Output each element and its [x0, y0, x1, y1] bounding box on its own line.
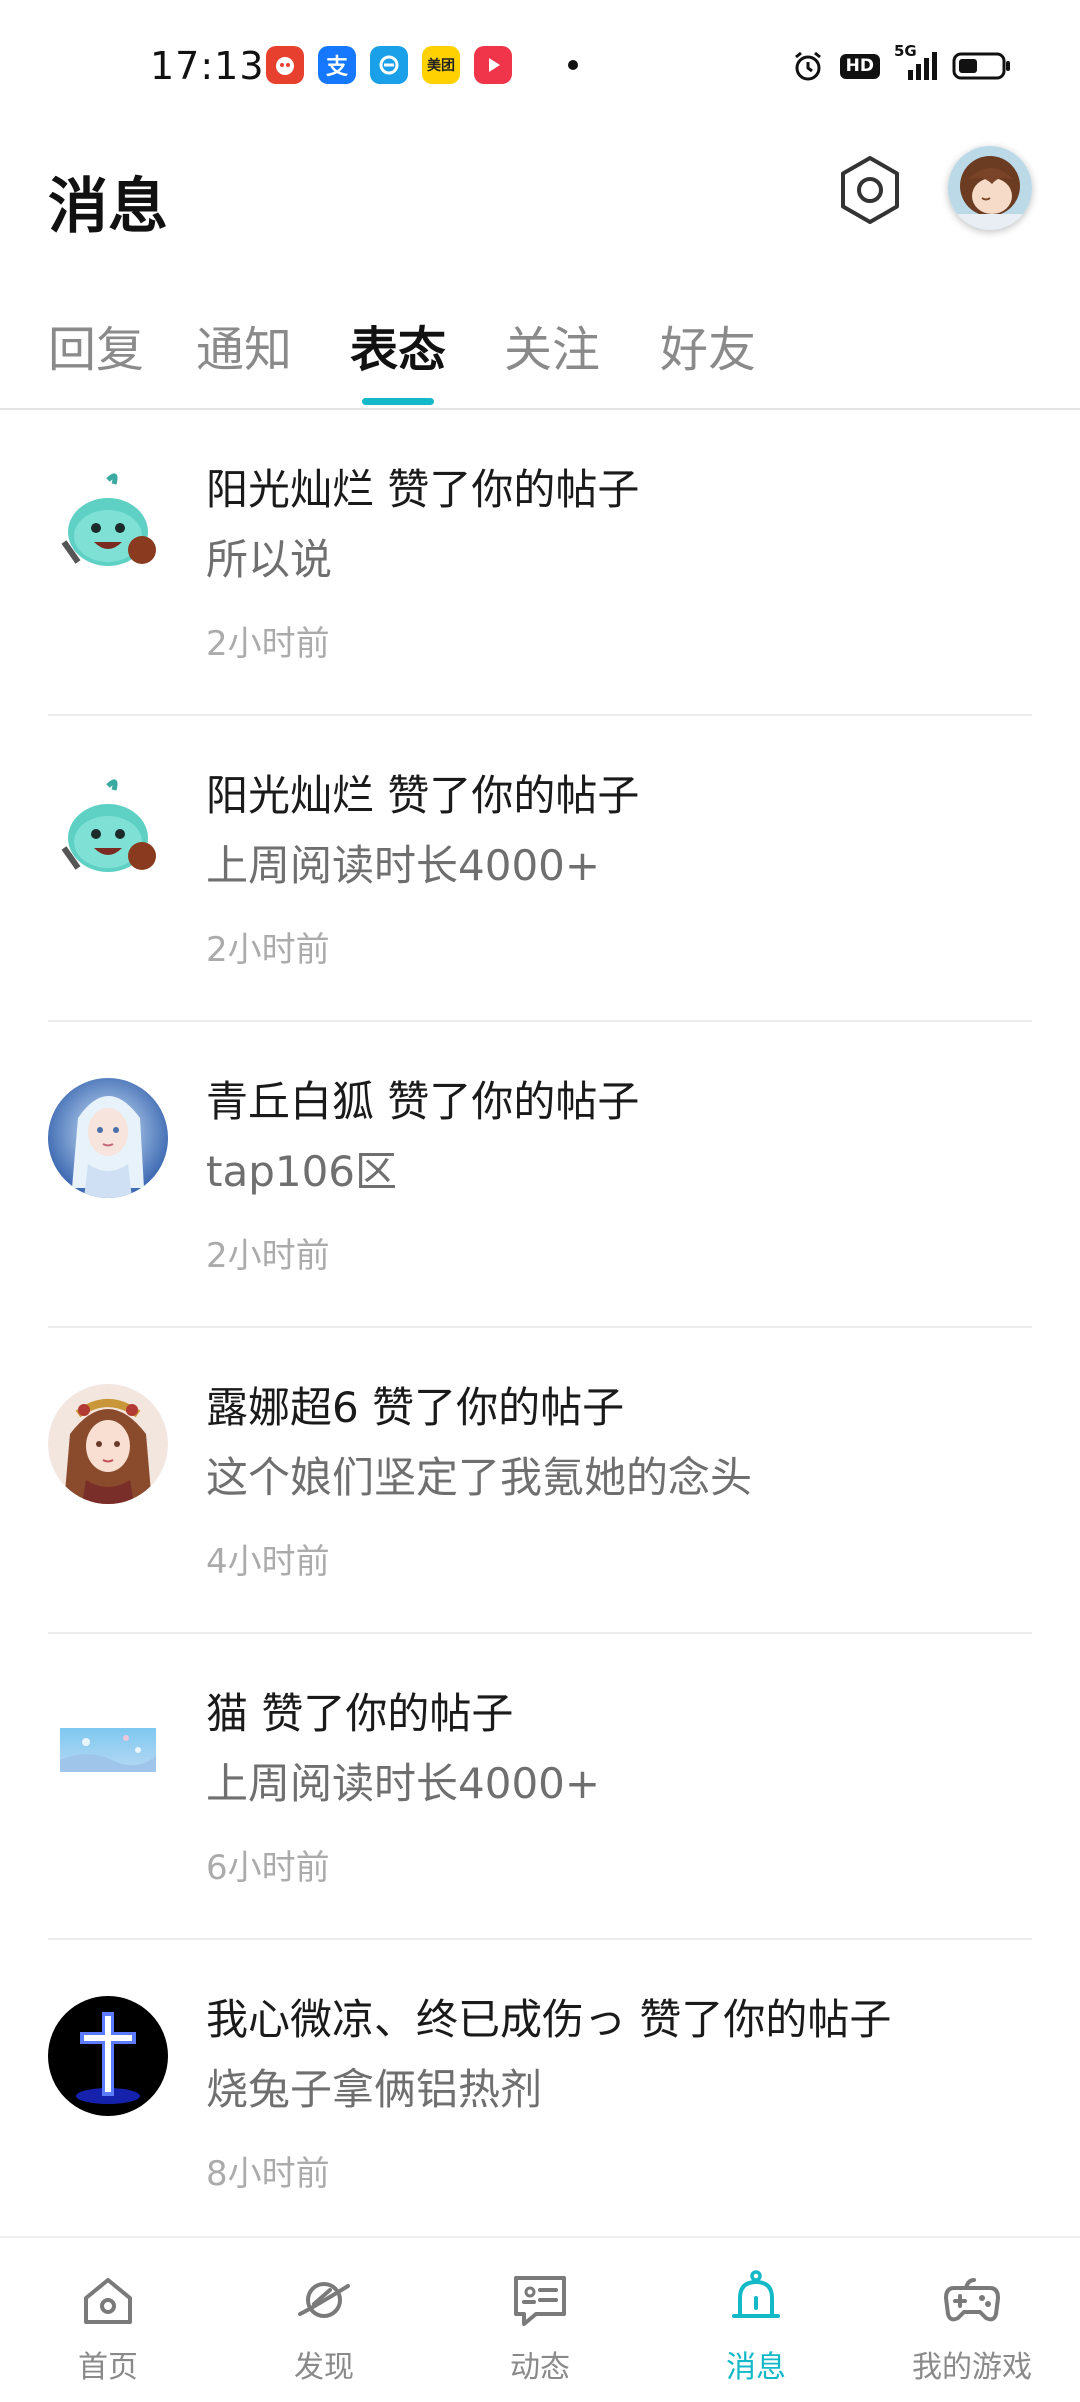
- item-title: 猫 赞了你的帖子: [206, 1689, 514, 1738]
- gear-icon: [841, 156, 899, 224]
- signal-icon: 5G: [894, 42, 938, 84]
- slime-avatar[interactable]: [48, 466, 168, 586]
- item-time: 8小时前: [206, 2154, 330, 2194]
- landscape-avatar[interactable]: [48, 1690, 168, 1810]
- slime-avatar[interactable]: [48, 772, 168, 892]
- princess-avatar[interactable]: [48, 1384, 168, 1504]
- app-icon-red: [266, 46, 304, 84]
- page-title: 消息: [48, 172, 168, 242]
- notification-icons: 支 美团: [266, 46, 578, 84]
- more-notifications-dot: [568, 60, 578, 70]
- item-content: 上周阅读时长4000+: [206, 1759, 601, 1808]
- nav-my-games[interactable]: 我的游戏: [864, 2238, 1080, 2402]
- tab-reactions[interactable]: 表态: [350, 310, 446, 380]
- nav-label: 我的游戏: [912, 2350, 1032, 2385]
- item-time: 6小时前: [206, 1848, 330, 1888]
- item-title: 露娜超6 赞了你的帖子: [206, 1383, 625, 1432]
- settings-button[interactable]: [830, 150, 910, 230]
- item-time: 2小时前: [206, 930, 330, 970]
- status-bar: 17:13 支 美团 HD 5G: [0, 0, 1080, 136]
- item-title: 我心微凉、终已成伤っ 赞了你的帖子: [206, 1995, 892, 2044]
- item-title: 青丘白狐 赞了你的帖子: [206, 1077, 640, 1126]
- status-time: 17:13: [150, 44, 265, 88]
- fairy-avatar[interactable]: [48, 1078, 168, 1198]
- item-content: 上周阅读时长4000+: [206, 841, 601, 890]
- bottom-nav: 首页 发现 动态 消息 我的游戏: [0, 2236, 1080, 2402]
- tab-follows[interactable]: 关注: [504, 310, 600, 380]
- list-item[interactable]: 阳光灿烂 赞了你的帖子 上周阅读时长4000+ 2小时前: [0, 716, 1080, 1022]
- nav-discover[interactable]: 发现: [216, 2238, 432, 2402]
- hd-icon: HD: [839, 53, 880, 79]
- list-item[interactable]: 我心微凉、终已成伤っ 赞了你的帖子 烧兔子拿俩铝热剂 8小时前: [0, 1940, 1080, 2246]
- item-content: tap106区: [206, 1147, 398, 1196]
- bell-icon: [732, 2270, 780, 2318]
- item-content: 所以说: [206, 535, 333, 584]
- gamepad-icon: [944, 2278, 1000, 2322]
- nav-label: 消息: [726, 2350, 786, 2385]
- tab-notifications[interactable]: 通知: [196, 310, 292, 380]
- browser-icon: [370, 46, 408, 84]
- tab-replies[interactable]: 回复: [48, 310, 144, 380]
- message-list: 阳光灿烂 赞了你的帖子 所以说 2小时前 阳光灿烂 赞了你的帖子 上周阅读时长4…: [0, 410, 1080, 2246]
- alarm-icon: [790, 48, 826, 84]
- list-item[interactable]: 露娜超6 赞了你的帖子 这个娘们坚定了我氪她的念头 4小时前: [0, 1328, 1080, 1634]
- network-type: 5G: [894, 42, 917, 60]
- list-item[interactable]: 阳光灿烂 赞了你的帖子 所以说 2小时前: [0, 410, 1080, 716]
- list-item[interactable]: 青丘白狐 赞了你的帖子 tap106区 2小时前: [0, 1022, 1080, 1328]
- battery-icon: [952, 51, 1012, 81]
- planet-icon: [298, 2282, 350, 2318]
- tab-bar: 回复 通知 表态 关注 好友: [0, 300, 1080, 410]
- cross-avatar[interactable]: [48, 1996, 168, 2116]
- chat-card-icon: [514, 2276, 566, 2326]
- video-icon: [474, 46, 512, 84]
- nav-home[interactable]: 首页: [0, 2238, 216, 2402]
- item-time: 2小时前: [206, 1236, 330, 1276]
- meituan-icon: 美团: [422, 46, 460, 84]
- item-title: 阳光灿烂 赞了你的帖子: [206, 771, 640, 820]
- nav-feed[interactable]: 动态: [432, 2238, 648, 2402]
- item-title: 阳光灿烂 赞了你的帖子: [206, 465, 640, 514]
- alipay-icon: 支: [318, 46, 356, 84]
- tab-friends[interactable]: 好友: [660, 310, 756, 380]
- user-avatar[interactable]: [948, 146, 1032, 230]
- item-time: 2小时前: [206, 624, 330, 664]
- list-item[interactable]: 猫 赞了你的帖子 上周阅读时长4000+ 6小时前: [0, 1634, 1080, 1940]
- header: 消息: [0, 136, 1080, 306]
- home-icon: [84, 2278, 132, 2324]
- nav-messages[interactable]: 消息: [648, 2238, 864, 2402]
- nav-label: 发现: [294, 2350, 354, 2385]
- item-content: 烧兔子拿俩铝热剂: [206, 2065, 543, 2114]
- nav-label: 动态: [510, 2350, 570, 2385]
- item-content: 这个娘们坚定了我氪她的念头: [206, 1453, 753, 1502]
- item-time: 4小时前: [206, 1542, 330, 1582]
- system-icons: HD 5G: [790, 42, 1012, 84]
- nav-label: 首页: [78, 2350, 138, 2385]
- active-tab-indicator: [362, 398, 434, 405]
